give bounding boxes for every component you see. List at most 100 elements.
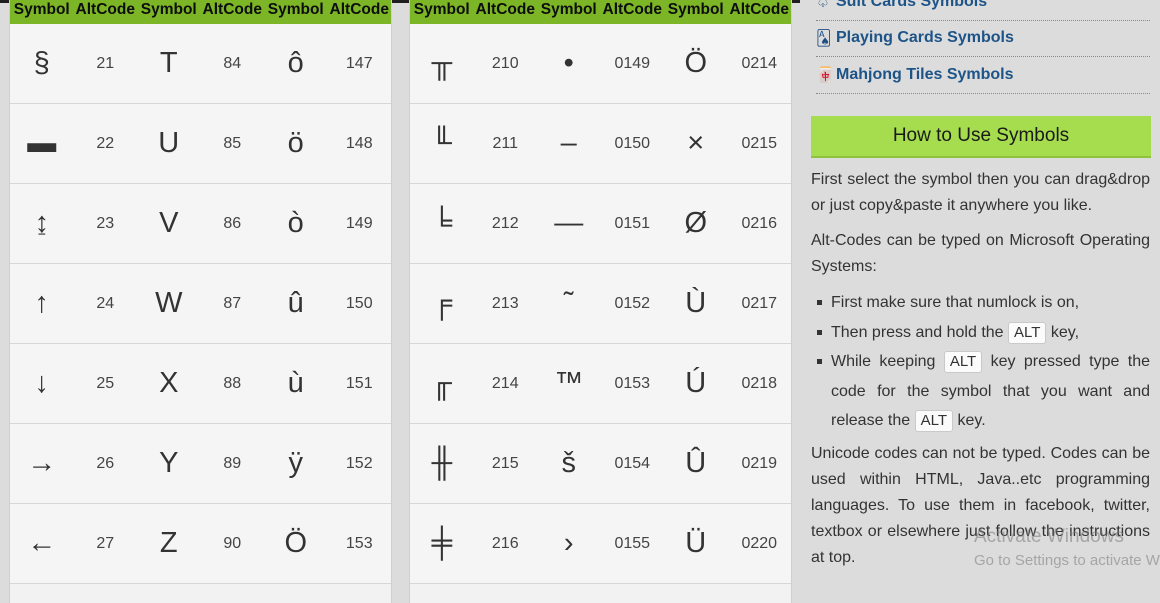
col-header-symbol: Symbol [140,1,197,18]
symbol-cell[interactable]: Ø [664,207,728,240]
symbol-cell[interactable]: Ö [664,47,728,80]
symbol-cell[interactable]: Û [664,447,728,480]
altcode-cell: 24 [96,294,115,312]
symbol-cell[interactable]: Ö [264,527,328,560]
symbol-cell[interactable]: ò [264,207,328,240]
table-row: ↓ 25 X 88 ù 151 [10,344,391,424]
symbol-cell[interactable]: ╥ [410,47,474,80]
altcode-cell: 211 [492,134,518,152]
altcode-cell: 0216 [741,214,778,232]
symbol-cell[interactable]: ▬ [10,127,74,160]
altcode-table-1: Symbol AltCode Symbol AltCode Symbol Alt… [9,0,392,603]
altcode-cell: 0215 [741,134,778,152]
menu-item-mahjong-tiles[interactable]: 🀄 Mahjong Tiles Symbols [816,57,1150,94]
altcode-cell: 0155 [614,534,651,552]
symbol-cell[interactable]: û [264,287,328,320]
symbol-cell[interactable]: • [537,47,601,80]
altcode-cell: 0219 [741,454,778,472]
altcode-cell: 84 [223,54,242,72]
table-row: ▬ 22 U 85 ö 148 [10,104,391,184]
instructions-paragraph: First select the symbol then you can dra… [811,171,1150,214]
sidebar: ♤ Suit Cards Symbols 🂡 Playing Cards Sym… [800,0,1160,603]
symbol-cell[interactable]: U [137,127,201,160]
altcode-table-2: Symbol AltCode Symbol AltCode Symbol Alt… [409,0,792,603]
step-type-code: While keeping ALT key pressed type the c… [811,347,1150,436]
table-row: ╙ 211 –0150 × 0215 [410,104,791,184]
symbol-cell[interactable]: ˜ [537,287,601,320]
symbol-cell[interactable]: ö [264,127,328,160]
symbol-cell[interactable]: ô [264,47,328,80]
altcode-cell: 27 [96,534,115,552]
altcode-cell: 151 [345,374,373,392]
symbol-cell[interactable]: → [10,447,74,480]
altcode-cell: 88 [223,374,242,392]
menu-item-label: Mahjong Tiles Symbols [836,66,1014,83]
alt-key-badge: ALT [1008,321,1047,344]
table-row: ╓ 214 ™ 0153 Ú 0218 [410,344,791,424]
symbol-cell[interactable]: — [537,207,601,240]
step-text: First make sure that numlock is on, [831,294,1080,311]
col-header-symbol: Symbol [540,1,597,18]
symbol-cell[interactable]: ╘ [410,207,474,240]
col-header-symbol: Symbol [413,1,470,18]
menu-item-label: Suit Cards Symbols [836,0,988,10]
symbol-cell[interactable]: Ü [664,527,728,560]
table-row: ╒ 213 ˜ 0152 Ù 0217 [410,264,791,344]
symbol-cell[interactable]: – [537,127,601,160]
symbol-cell[interactable]: ╫ [410,447,474,480]
altcode-cell: 212 [491,214,519,232]
symbol-cell[interactable]: V [137,207,201,240]
symbol-cell[interactable]: ù [264,367,328,400]
symbol-cell[interactable]: Y [137,447,201,480]
symbol-cell[interactable]: Ú [664,367,728,400]
altcode-cell: 89 [223,454,242,472]
symbol-cell[interactable]: Z [137,527,201,560]
symbol-cell[interactable]: X [137,367,201,400]
mahjong-tile-icon: 🀄 [816,67,835,84]
symbol-cell[interactable]: ↑ [10,287,74,320]
step-text: While keeping [831,353,936,370]
col-header-altcode: AltCode [729,1,789,18]
spade-icon: ♤ [816,0,830,11]
symbol-cell[interactable]: § [10,47,74,80]
step-numlock: First make sure that numlock is on, [811,288,1150,318]
symbol-cell[interactable]: ↓ [10,367,74,400]
activate-windows-watermark: Activate Windows Go to Settings to activ… [974,526,1160,569]
table-row: ╘ 212 — 0151 Ø 0216 [410,184,791,264]
altcode-cell: 0153 [614,374,651,392]
altcode-cell: 0220 [741,534,778,552]
col-header-symbol: Symbol [267,1,324,18]
symbol-cell[interactable]: ™ [537,367,601,400]
symbol-cell[interactable]: ╪ [410,527,474,560]
symbol-cell[interactable]: š [537,447,601,480]
symbol-cell[interactable]: ╙ [410,127,474,160]
symbol-cell[interactable]: × [664,127,728,160]
table-row: ↑ 24 W 87 û 150 [10,264,391,344]
symbol-cell[interactable]: ╓ [410,367,474,400]
table-body: § 21 T 84 ô 147 ▬ 22 U 85 ö 148 ↨ 23 V 86 ò 149 ↑ 24 W 87 û 150… [10,24,391,584]
altcode-cell: 153 [345,534,373,552]
col-header-altcode: AltCode [475,1,535,18]
symbol-cell[interactable]: Ù [664,287,728,320]
menu-item-playing-cards[interactable]: 🂡 Playing Cards Symbols [816,20,1150,57]
symbol-cell[interactable]: › [537,527,601,560]
altcode-cell: 0217 [741,294,778,312]
symbol-cell[interactable]: T [137,47,201,80]
altcode-cell: 0150 [614,134,651,152]
table-row: ↨ 23 V 86 ò 149 [10,184,391,264]
table-row: ╪ 216 › 0155 Ü 0220 [410,504,791,584]
symbol-cell[interactable]: ↨ [10,207,74,240]
altcode-cell: 214 [491,374,519,392]
altcode-cell: 149 [345,214,373,232]
symbol-cell[interactable]: ← [10,527,74,560]
symbol-cell[interactable]: ╒ [410,287,474,320]
symbol-cell[interactable]: ÿ [264,447,328,480]
symbol-cell[interactable]: W [137,287,201,320]
altcode-cell: 0151 [614,214,651,232]
menu-item-suit-cards[interactable]: ♤ Suit Cards Symbols [816,0,1150,21]
altcode-intro-paragraph: Alt-Codes can be typed on Microsoft Oper… [811,232,1150,275]
altcode-cell: 150 [345,294,373,312]
altcode-cell: 0152 [614,294,651,312]
step-hold-alt: Then press and hold the ALT key, [811,318,1150,348]
altcode-cell: 90 [223,534,242,552]
